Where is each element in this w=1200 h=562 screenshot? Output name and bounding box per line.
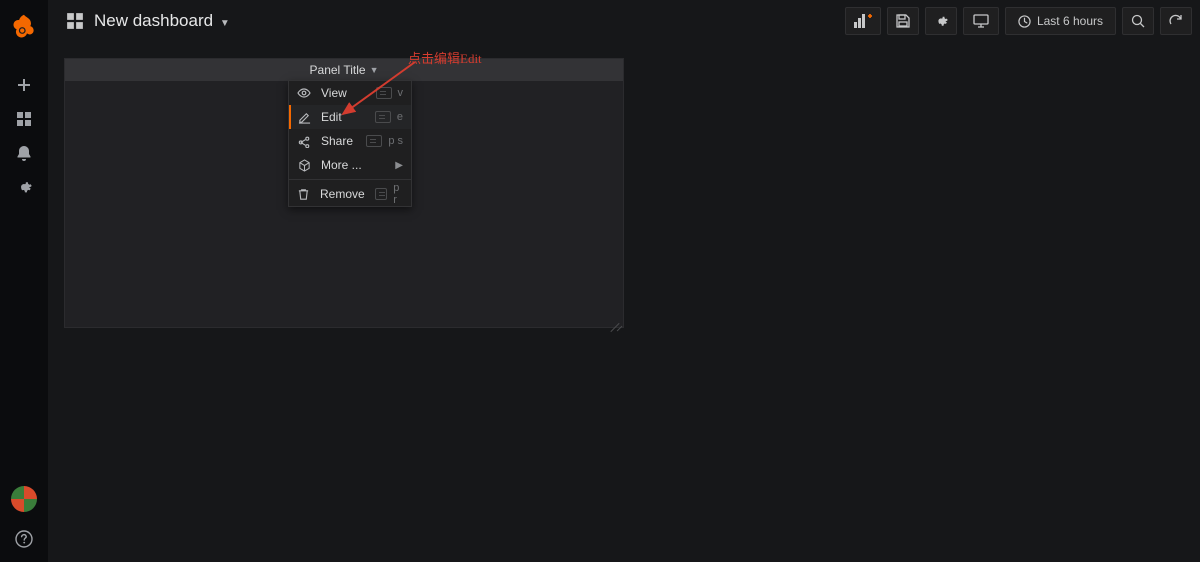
trash-icon	[297, 188, 310, 201]
cycle-view-mode-button[interactable]	[963, 7, 999, 35]
shortcut: e	[397, 111, 403, 123]
dropdown-caret-icon: ▼	[220, 18, 230, 29]
panel-title-bar[interactable]: Panel Title ▼	[65, 59, 623, 81]
alerting-icon[interactable]	[0, 136, 48, 170]
keyboard-icon	[375, 188, 388, 200]
chevron-down-icon: ▼	[370, 65, 379, 75]
add-panel-button[interactable]	[845, 7, 881, 35]
dashboards-icon[interactable]	[66, 12, 84, 30]
menu-label: View	[321, 86, 366, 100]
dashboards-icon[interactable]	[0, 102, 48, 136]
panel-menu-more[interactable]: More ... ▶	[289, 153, 411, 177]
panel-menu-remove[interactable]: Remove p r	[289, 182, 411, 206]
panel-title: Panel Title	[310, 63, 366, 77]
configuration-icon[interactable]	[0, 170, 48, 204]
keyboard-icon	[375, 111, 391, 123]
share-icon	[297, 135, 311, 148]
dashboard-title-text: New dashboard	[94, 11, 213, 30]
edit-icon	[297, 111, 311, 124]
eye-icon	[297, 86, 311, 100]
panel-menu-share[interactable]: Share p s	[289, 129, 411, 153]
menu-label: Share	[321, 134, 356, 148]
menu-label: Edit	[321, 110, 365, 124]
menu-divider	[289, 179, 411, 180]
menu-label: Remove	[320, 187, 365, 201]
panel-menu: View v Edit e Share p s More ... ▶ Remov…	[288, 80, 412, 207]
sidebar	[0, 0, 48, 562]
shortcut: p r	[393, 182, 403, 206]
save-dashboard-button[interactable]	[887, 7, 919, 35]
cube-icon	[297, 159, 311, 172]
top-nav: New dashboard ▼ Last 6 hours	[48, 0, 1200, 42]
menu-label: More ...	[321, 158, 385, 172]
chevron-right-icon: ▶	[395, 160, 403, 171]
shortcut: p s	[388, 135, 403, 147]
dashboard-title[interactable]: New dashboard ▼	[94, 11, 230, 31]
dashboard-settings-button[interactable]	[925, 7, 957, 35]
panel-menu-edit[interactable]: Edit e	[289, 105, 411, 129]
create-icon[interactable]	[0, 68, 48, 102]
grafana-logo[interactable]	[9, 12, 39, 42]
refresh-button[interactable]	[1160, 7, 1192, 35]
user-avatar[interactable]	[11, 486, 37, 512]
shortcut: v	[398, 87, 404, 99]
zoom-out-button[interactable]	[1122, 7, 1154, 35]
panel-menu-view[interactable]: View v	[289, 81, 411, 105]
keyboard-icon	[376, 87, 392, 99]
time-range-label: Last 6 hours	[1037, 14, 1103, 28]
keyboard-icon	[366, 135, 382, 147]
help-icon[interactable]	[0, 522, 48, 556]
panel-resize-handle[interactable]	[609, 313, 621, 325]
time-range-picker[interactable]: Last 6 hours	[1005, 7, 1116, 35]
